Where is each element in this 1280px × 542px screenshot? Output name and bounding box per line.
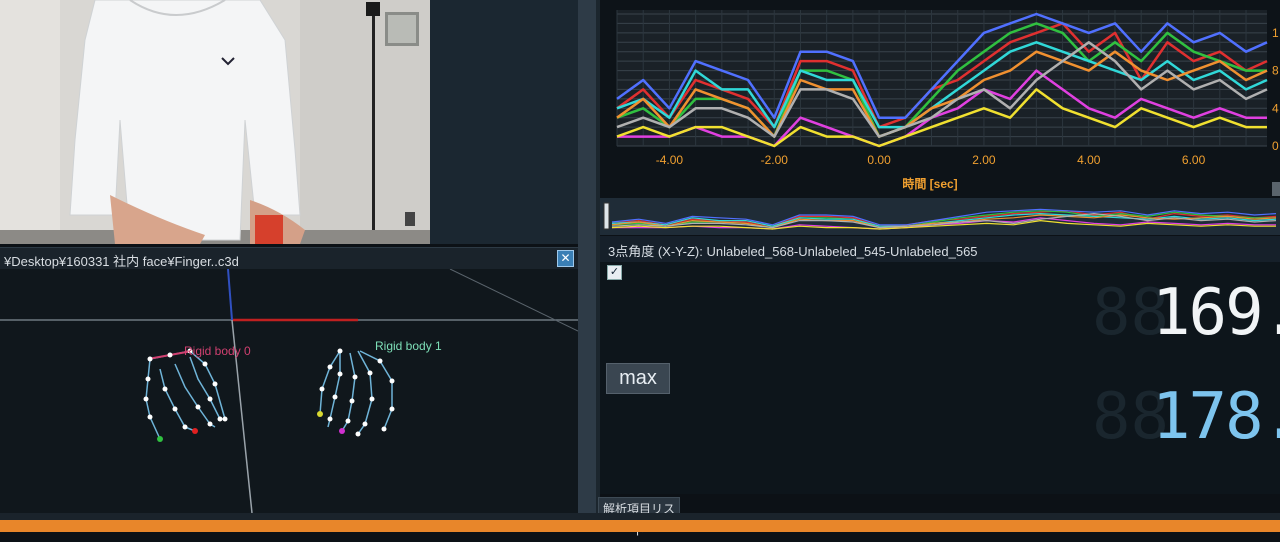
file-path-title: ¥Desktop¥160331 社内 face¥Finger..c3d	[4, 254, 239, 269]
x-tick-label: 4.00	[1077, 153, 1101, 167]
x-tick-label: 2.00	[972, 153, 996, 167]
3d-viewport[interactable]: Rigid body 0 Rigid body 1	[0, 268, 579, 514]
enable-checkbox[interactable]: ✓	[607, 265, 622, 280]
y-tick-label: 0	[1272, 139, 1279, 153]
hand-0-marker-red	[192, 428, 198, 434]
hand-1-marker-magenta	[339, 428, 345, 434]
x-tick-labels: -4.00 -2.00 0.00 2.00 4.00 6.00	[656, 153, 1206, 167]
x-tick-label: 6.00	[1182, 153, 1206, 167]
pane-splitter[interactable]	[578, 0, 598, 520]
hand-0-marker-green	[157, 436, 163, 442]
hand-skeleton-view: Rigid body 0 Rigid body 1	[0, 268, 579, 514]
y-tick-label: 4	[1272, 101, 1279, 115]
time-series-chart[interactable]: -4.00 -2.00 0.00 2.00 4.00 6.00 1840 時間 [sec]	[600, 0, 1280, 198]
hand-1-skeleton	[319, 350, 393, 435]
current-angle-value: 169.9	[1152, 276, 1280, 350]
rigid-body-0-label: Rigid body 0	[184, 344, 251, 358]
chart-scroll-handle[interactable]	[1272, 182, 1280, 196]
x-axis-label: 時間 [sec]	[902, 176, 957, 191]
z-axis-line	[227, 268, 233, 321]
overview-svg	[603, 202, 1277, 230]
overview-strip[interactable]	[600, 198, 1280, 235]
video-frame	[0, 0, 430, 244]
max-angle-value: 178.3	[1152, 380, 1280, 454]
y-tick-label: 8	[1272, 64, 1279, 78]
max-label[interactable]: max	[606, 363, 670, 394]
y-tick-labels: 1840	[1272, 26, 1279, 153]
analysis-title: 3点角度 (X-Y-Z): Unlabeled_568-Unlabeled_54…	[608, 244, 978, 259]
viewport-title-bar: ¥Desktop¥160331 社内 face¥Finger..c3d ✕	[0, 247, 578, 269]
rigid-body-1-label: Rigid body 1	[375, 339, 442, 353]
bottom-orange-bar	[0, 520, 1280, 532]
overview-range-handle[interactable]	[603, 202, 610, 230]
hand-1-marker-yellow	[317, 411, 323, 417]
y-tick-label: 1	[1272, 26, 1279, 40]
grid-line	[449, 268, 579, 332]
analysis-header: 3点角度 (X-Y-Z): Unlabeled_568-Unlabeled_54…	[600, 236, 1280, 262]
person-photo	[0, 0, 430, 244]
video-side-panel	[430, 0, 578, 244]
bottom-border	[0, 513, 1280, 520]
overview-series	[611, 208, 1277, 230]
hand-1-markers	[319, 348, 395, 437]
x-tick-label: 0.00	[867, 153, 891, 167]
close-button[interactable]: ✕	[557, 250, 574, 267]
x-tick-label: -4.00	[656, 153, 684, 167]
chart-svg: -4.00 -2.00 0.00 2.00 4.00 6.00 1840 時間 [sec]	[616, 10, 1280, 196]
x-tick-label: -2.00	[761, 153, 789, 167]
